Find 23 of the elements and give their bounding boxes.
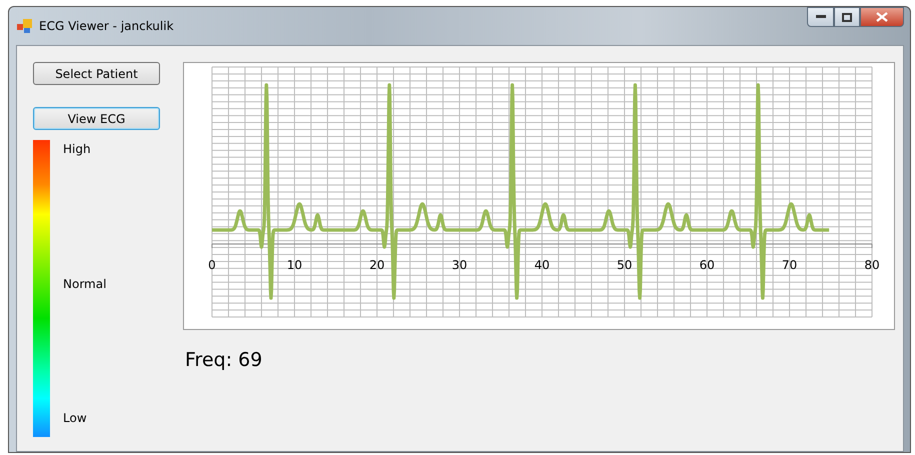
axis-tick-label: 10 [286,258,302,272]
form-button[interactable]: View ECG [33,107,160,130]
axis-tick-label: 40 [534,258,550,272]
axis-tick-label: 50 [616,258,632,272]
axis-tick-label: 80 [864,258,880,272]
minimize-button[interactable] [807,7,834,27]
axis-tick-label: 20 [369,258,385,272]
close-button[interactable] [860,7,904,27]
close-icon [876,12,888,22]
scale-label: Low [63,410,88,427]
minimize-icon [816,15,826,19]
axis-tick-label: 60 [699,258,715,272]
axis-tick-label: 70 [782,258,798,272]
scale-label: Normal [63,276,106,292]
app-icon [17,19,33,33]
frequency-label: Freq: 69 [185,348,264,373]
axis-tick-label: 0 [208,258,216,272]
maximize-icon [842,12,852,22]
window-title: ECG Viewer - janckulik [39,18,174,35]
scale-label: High [63,141,92,158]
maximize-button[interactable] [834,7,860,27]
axis-tick-label: 30 [452,258,468,272]
form-button[interactable]: Select Patient [33,62,160,85]
